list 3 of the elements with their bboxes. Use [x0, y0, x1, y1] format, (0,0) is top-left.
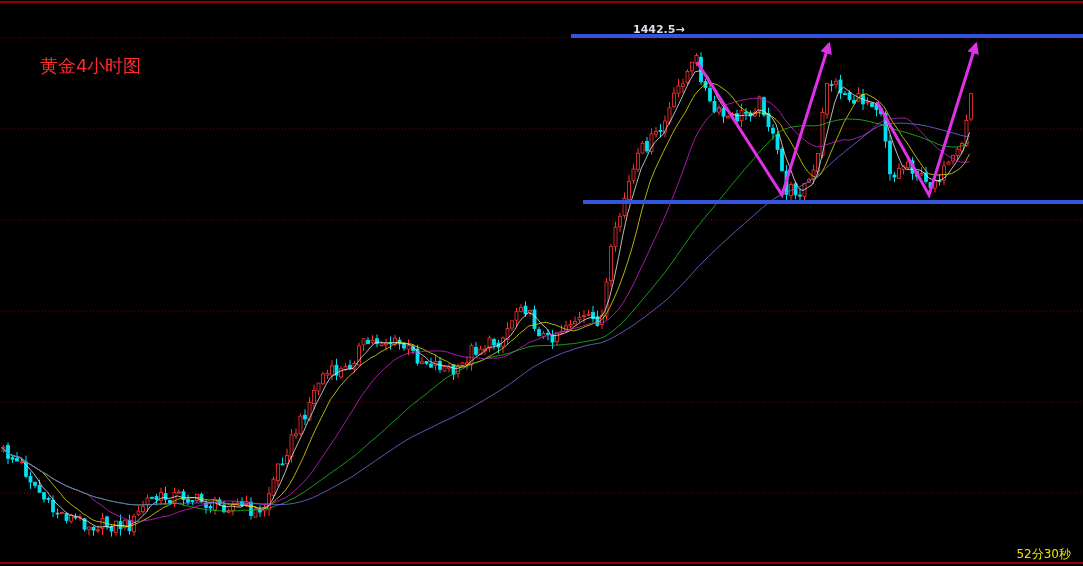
countdown-timer: 52分30秒 — [1016, 546, 1071, 563]
price-label: 1442.5→ — [633, 23, 685, 36]
chart-title: 黄金4小时图 — [40, 54, 142, 78]
